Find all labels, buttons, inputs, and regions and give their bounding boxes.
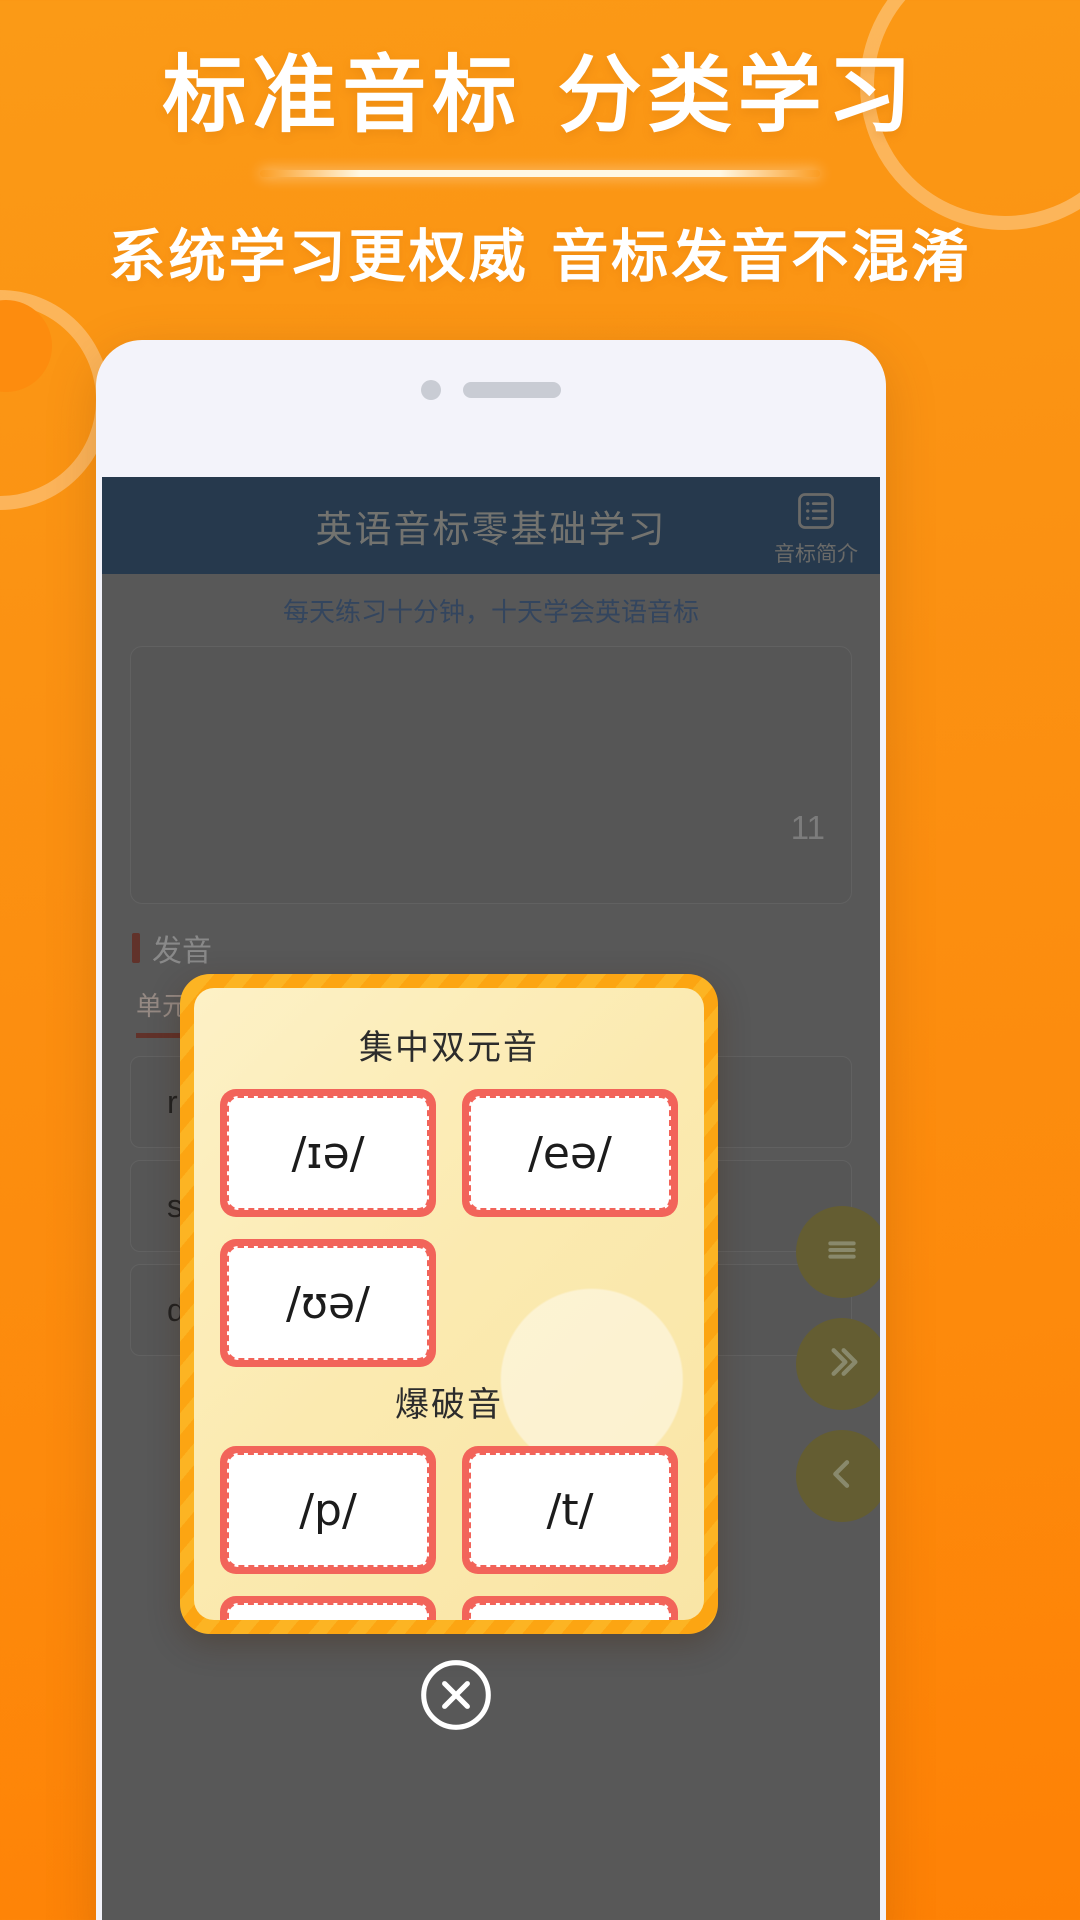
- phone-mockup: 英语音标零基础学习 音标简介 每天练习十分钟，十天学会英语音标 11 发音 单元…: [96, 340, 886, 1920]
- promo-subheadline: 系统学习更权威 音标发音不混淆: [108, 224, 972, 291]
- ipa-symbol: /eə/: [469, 1096, 671, 1210]
- ipa-card[interactable]: /ɪə/: [220, 1089, 436, 1217]
- modal-body: 集中双元音 /ɪə/ /eə/ /ʊə/ 爆破音 /p/ /t/ /k/ /b/: [194, 988, 704, 1620]
- phone-camera-icon: [421, 380, 441, 400]
- headline-divider: [260, 170, 820, 178]
- ipa-symbol: /t/: [469, 1453, 671, 1567]
- ipa-symbol: /ʊə/: [227, 1246, 429, 1360]
- modal-section-title: 爆破音: [395, 1386, 503, 1424]
- ipa-card[interactable]: /ʊə/: [220, 1239, 436, 1367]
- modal-section-title: 集中双元音: [359, 1029, 539, 1067]
- modal-close-button[interactable]: [418, 1657, 494, 1733]
- phonetic-picker-modal: 集中双元音 /ɪə/ /eə/ /ʊə/ 爆破音 /p/ /t/ /k/ /b/: [180, 974, 718, 1634]
- ipa-card[interactable]: /t/: [462, 1446, 678, 1574]
- ipa-grid-plosive: /p/ /t/ /k/ /b/: [220, 1446, 678, 1620]
- ipa-card[interactable]: /p/: [220, 1446, 436, 1574]
- ipa-card[interactable]: /k/: [220, 1596, 436, 1620]
- app-screen: 英语音标零基础学习 音标简介 每天练习十分钟，十天学会英语音标 11 发音 单元…: [102, 477, 880, 1920]
- ipa-symbol: /p/: [227, 1453, 429, 1567]
- ipa-card[interactable]: /b/: [462, 1596, 678, 1620]
- ipa-grid-diphthong: /ɪə/ /eə/ /ʊə/: [220, 1089, 678, 1367]
- decorative-dot-left: [0, 300, 52, 392]
- ipa-symbol: /ɪə/: [227, 1096, 429, 1210]
- promo-header: 标准音标 分类学习 系统学习更权威 音标发音不混淆: [0, 48, 1080, 293]
- phone-speaker-grill: [463, 382, 561, 398]
- ipa-symbol: /b/: [469, 1603, 671, 1620]
- phone-notch: [96, 380, 886, 400]
- ipa-symbol: /k/: [227, 1603, 429, 1620]
- ipa-card[interactable]: /eə/: [462, 1089, 678, 1217]
- promo-headline: 标准音标 分类学习: [162, 46, 918, 144]
- close-circle-icon: [418, 1660, 494, 1737]
